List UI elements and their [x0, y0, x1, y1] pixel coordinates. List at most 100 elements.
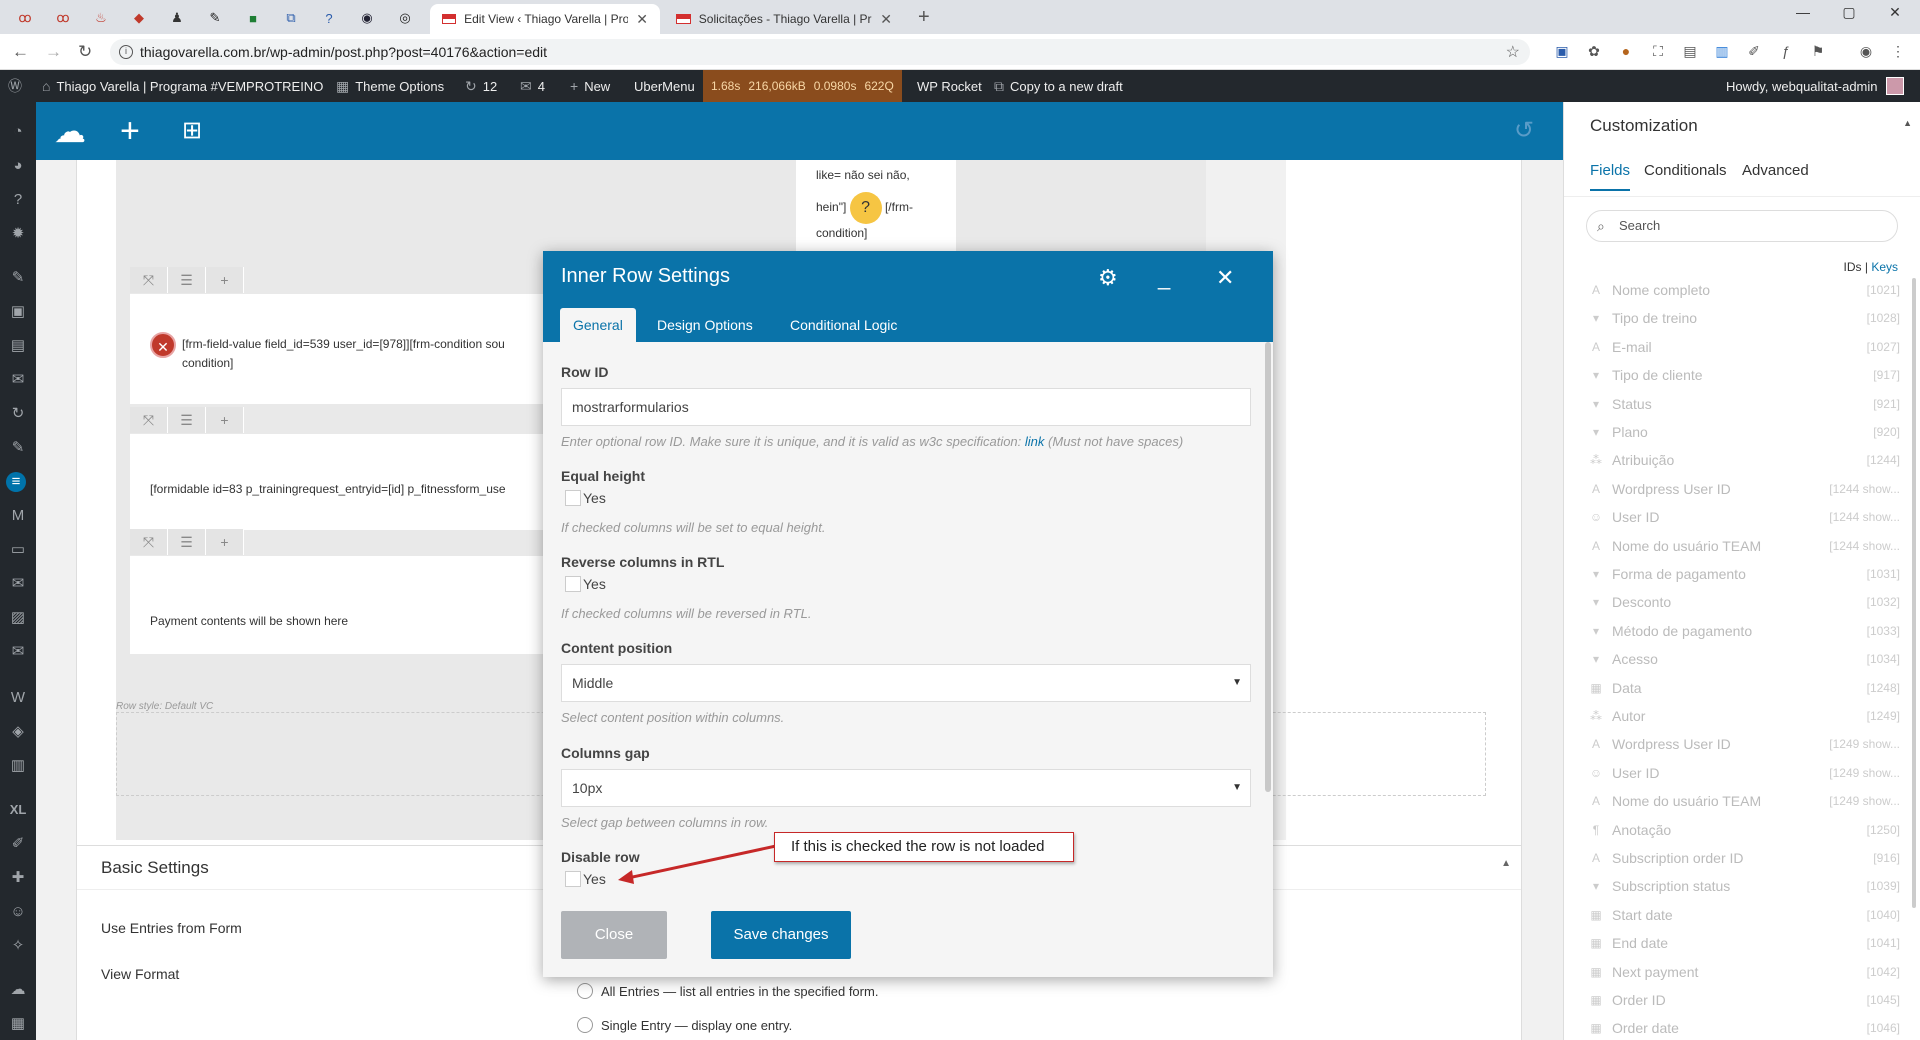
comments-icon[interactable]: ✉: [8, 370, 28, 390]
pinned-tab[interactable]: ◎: [394, 7, 416, 29]
row-layout-icon[interactable]: ☰: [168, 267, 206, 293]
content-position-select[interactable]: Middle ▼: [561, 664, 1251, 702]
extension-icon[interactable]: ⛶: [1649, 43, 1667, 61]
adminbar-ubermenu[interactable]: UberMenu: [634, 70, 695, 102]
extension-icon[interactable]: ▥: [1713, 43, 1731, 61]
refresh-icon[interactable]: ↻: [8, 404, 28, 424]
list-item[interactable]: ▾ Forma de pagamento [1031]: [1588, 560, 1900, 588]
list-item[interactable]: ⁂ Autor [1249]: [1588, 702, 1900, 730]
tools-icon[interactable]: ✧: [8, 936, 28, 956]
inner-row-1[interactable]: ✕ [frm-field-value field_id=539 user_id=[…: [130, 294, 580, 404]
w3c-link[interactable]: link: [1025, 434, 1045, 449]
reverse-rtl-checkbox[interactable]: Yes: [565, 576, 606, 592]
adminbar-updates[interactable]: ↻ 12: [465, 70, 497, 102]
maximize-window-icon[interactable]: ▢: [1826, 4, 1872, 21]
profile-icon[interactable]: ◉: [1857, 43, 1875, 61]
plugins-icon[interactable]: ✚: [8, 868, 28, 888]
minimize-window-icon[interactable]: —: [1780, 4, 1826, 20]
extension-icon[interactable]: ƒ: [1777, 43, 1795, 61]
pinned-tab[interactable]: ■: [242, 7, 264, 29]
pinned-tab[interactable]: ♨: [90, 7, 112, 29]
list-item[interactable]: ▦ End date [1041]: [1588, 929, 1900, 957]
radio-all-entries[interactable]: All Entries — list all entries in the sp…: [577, 983, 878, 999]
close-tab-icon[interactable]: ✕: [636, 11, 648, 28]
mail-icon[interactable]: ✉: [8, 642, 28, 662]
templates-icon[interactable]: ⊞: [182, 116, 202, 146]
list-item[interactable]: ☺ User ID [1249 show...: [1588, 759, 1900, 787]
close-icon[interactable]: ✕: [1216, 265, 1234, 291]
list-item[interactable]: ▾ Status [921]: [1588, 390, 1900, 418]
tab-advanced[interactable]: Advanced: [1742, 162, 1809, 189]
undo-icon[interactable]: ↺: [1514, 116, 1534, 146]
pages-icon[interactable]: ▤: [8, 336, 28, 356]
pin-icon[interactable]: ✎: [8, 268, 28, 288]
tab-edit-view[interactable]: Edit View ‹ Thiago Varella | Progr ✕: [430, 4, 660, 34]
list-item[interactable]: A Subscription order ID [916]: [1588, 844, 1900, 872]
extension-icon[interactable]: ▤: [1681, 43, 1699, 61]
extension-icon[interactable]: ●: [1617, 43, 1635, 61]
list-item[interactable]: A E-mail [1027]: [1588, 333, 1900, 361]
list-item[interactable]: ▦ Next payment [1042]: [1588, 958, 1900, 986]
pinned-tab[interactable]: ?: [318, 7, 340, 29]
adminbar-comments[interactable]: ✉ 4: [520, 70, 545, 102]
query-monitor-stats[interactable]: 1.68s 216,066kB 0.0980s 622Q: [703, 70, 902, 102]
pinned-tab[interactable]: ◆: [128, 7, 150, 29]
adminbar-account[interactable]: Howdy, webqualitat-admin: [1726, 70, 1904, 102]
list-item[interactable]: A Wordpress User ID [1249 show...: [1588, 730, 1900, 758]
tab-general[interactable]: General: [560, 308, 636, 342]
bookmark-star-icon[interactable]: ☆: [1506, 42, 1520, 62]
list-item[interactable]: A Nome do usuário TEAM [1249 show...: [1588, 787, 1900, 815]
add-column-icon[interactable]: +: [206, 267, 244, 293]
close-window-icon[interactable]: ✕: [1872, 4, 1918, 21]
add-column-icon[interactable]: +: [206, 529, 244, 555]
tab-conditionals[interactable]: Conditionals: [1644, 162, 1727, 189]
back-icon[interactable]: ←: [12, 42, 29, 62]
products-icon[interactable]: ◈: [8, 722, 28, 742]
adminbar-site[interactable]: ⌂ Thiago Varella | Programa #VEMPROTREINO: [42, 70, 323, 102]
new-tab-icon[interactable]: +: [918, 6, 930, 29]
grid-icon[interactable]: ▦: [8, 1014, 28, 1034]
pin-icon[interactable]: ✎: [8, 438, 28, 458]
columns-gap-select[interactable]: 10px ▼: [561, 769, 1251, 807]
list-item[interactable]: ▾ Acesso [1034]: [1588, 645, 1900, 673]
row-layout-icon[interactable]: ☰: [168, 529, 206, 555]
dashboard-icon[interactable]: ◔: [8, 122, 28, 142]
extension-icon[interactable]: ⚑: [1809, 43, 1827, 61]
pinned-tab[interactable]: ♟: [166, 7, 188, 29]
gear-icon[interactable]: ⚙: [1098, 265, 1118, 291]
list-item[interactable]: A Nome completo [1021]: [1588, 276, 1900, 304]
pinned-tab[interactable]: ꝏ: [52, 7, 74, 29]
add-element-icon[interactable]: +: [120, 114, 140, 148]
ids-keys-toggle[interactable]: IDs | Keys: [1844, 260, 1899, 274]
analytics-icon[interactable]: ▥: [8, 756, 28, 776]
sidebar-scrollbar[interactable]: [1912, 278, 1916, 908]
list-item[interactable]: ▦ Order date [1046]: [1588, 1014, 1900, 1040]
equal-height-checkbox[interactable]: Yes: [565, 490, 606, 506]
inner-row-2[interactable]: [formidable id=83 p_trainingrequest_entr…: [130, 434, 580, 530]
list-item[interactable]: ¶ Anotação [1250]: [1588, 816, 1900, 844]
tab-solicitacoes[interactable]: Solicitações - Thiago Varella | Pr ✕: [664, 4, 904, 34]
radio-single-entry[interactable]: Single Entry — display one entry.: [577, 1017, 792, 1033]
inner-row-3[interactable]: Payment contents will be shown here: [130, 556, 580, 654]
row-id-input[interactable]: mostrarformularios: [561, 388, 1251, 426]
collapse-icon[interactable]: ▲: [1501, 858, 1511, 869]
pinned-tab[interactable]: ꝏ: [14, 7, 36, 29]
url-bar[interactable]: i thiagovarella.com.br/wp-admin/post.php…: [110, 39, 1530, 65]
extension-icon[interactable]: ✿: [1585, 43, 1603, 61]
list-item[interactable]: ▾ Tipo de cliente [917]: [1588, 361, 1900, 389]
adminbar-copy-draft[interactable]: ⧉ Copy to a new draft: [994, 70, 1123, 102]
mailpoet-icon[interactable]: M: [8, 506, 28, 526]
chat-icon[interactable]: ✉: [8, 574, 28, 594]
users-icon[interactable]: ☺: [8, 902, 28, 922]
briefcase-icon[interactable]: ▭: [8, 540, 28, 560]
move-icon[interactable]: ⤧: [130, 407, 168, 433]
modal-scrollbar[interactable]: [1265, 342, 1271, 792]
list-item[interactable]: ▾ Desconto [1032]: [1588, 588, 1900, 616]
save-changes-button[interactable]: Save changes: [711, 911, 851, 959]
settings-icon[interactable]: ✹: [8, 224, 28, 244]
info-icon[interactable]: i: [119, 45, 133, 59]
adminbar-new[interactable]: + New: [570, 70, 610, 102]
adminbar-wp-rocket[interactable]: WP Rocket: [917, 70, 982, 102]
tab-fields[interactable]: Fields: [1590, 162, 1631, 191]
extension-icon[interactable]: ✐: [1745, 43, 1763, 61]
